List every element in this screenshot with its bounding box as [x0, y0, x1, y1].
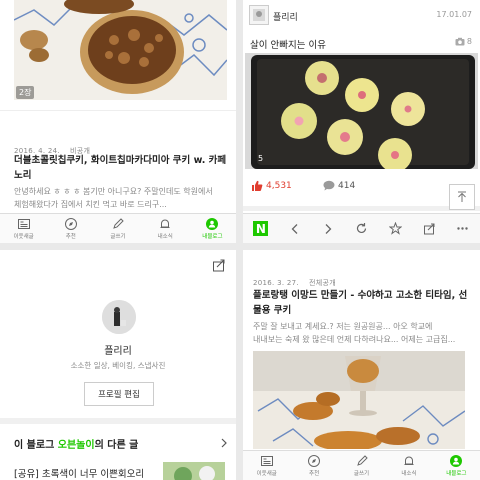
post-excerpt-line-1: 안녕하세요 ㅎ ㅎ ㅎ 봄기만 아니구요? 주말인데도 학원에서 — [14, 187, 213, 196]
like-count: 4,531 — [266, 181, 292, 191]
newspaper-icon — [260, 456, 273, 466]
photo-count: 8 — [455, 37, 472, 46]
post-title[interactable]: 살이 안빠지는 이유 — [250, 37, 326, 51]
post-excerpt-line-2: 내내보는 숙제 왔 많은데 언제 다하려나요... 어제는 고급집... — [253, 335, 456, 344]
feed-card-panel: 플리리 17.01.07 살이 안빠지는 이유 8 5 4,531 414 N — [243, 0, 480, 243]
tab-label: 내소식 — [401, 471, 417, 477]
bottom-tab-bar: 이웃새글 추천 글쓰기 내소식 내블로그 — [0, 213, 236, 243]
tart-photo-art — [14, 0, 227, 100]
thumbnail-image — [163, 462, 225, 480]
separator — [0, 110, 236, 111]
avatar-image — [253, 9, 265, 21]
post-excerpt-line-2: 체험해왔다가 집에서 치킨 먹고 바로 드리구... — [14, 200, 167, 209]
tab-label: 추천 — [65, 234, 76, 240]
tab-recommend[interactable]: 추천 — [290, 451, 337, 480]
pencil-icon — [113, 218, 124, 229]
edit-profile-button[interactable]: 프로필 편집 — [84, 382, 154, 406]
compass-icon — [64, 218, 77, 230]
back-icon[interactable] — [289, 223, 301, 235]
post-title[interactable]: 플로랑탱 이망드 만들기 - 수야하고 고소한 티타임, 선물용 쿠키 — [253, 288, 473, 318]
tab-write[interactable]: 글쓰기 — [338, 451, 385, 480]
share-icon[interactable] — [423, 222, 436, 235]
tab-label: 글쓰기 — [110, 234, 126, 240]
tab-label: 이웃새글 — [13, 234, 34, 240]
more-menu-icon[interactable] — [456, 222, 469, 235]
tart-photo[interactable]: 2장 — [14, 0, 227, 100]
avatar-image — [102, 300, 136, 334]
blog-post-list-panel: 2장 2016. 4. 24. 비공개 더블초콜릿칩쿠키, 화이트칩마카다미아 … — [0, 0, 236, 243]
cookie-tray-photo[interactable]: 5 — [245, 53, 478, 169]
other-posts-prefix: 이 블로그 — [14, 440, 55, 451]
forward-icon[interactable] — [322, 223, 334, 235]
my-blog-icon — [450, 455, 463, 467]
other-posts-heading[interactable]: 이 블로그 오븐놀이의 다른 글 — [14, 436, 138, 451]
separator — [243, 206, 480, 211]
tab-label: 추천 — [309, 471, 320, 477]
scroll-to-top-button[interactable] — [449, 184, 475, 210]
florentine-photo-art — [253, 351, 465, 449]
browser-toolbar: N — [243, 213, 480, 243]
post-meta: 2016. 3. 27. 전체공개 — [253, 270, 336, 289]
blog-profile-panel: 플리리 소소한 일상, 베이킹, 스냅사진 프로필 편집 이 블로그 오븐놀이의… — [0, 250, 236, 480]
tab-neighbor-posts[interactable]: 이웃새글 — [243, 451, 290, 480]
profile-avatar[interactable] — [102, 300, 136, 334]
newspaper-icon — [17, 219, 30, 229]
thumbs-up-icon — [252, 180, 263, 192]
tab-neighbor-posts[interactable]: 이웃새글 — [0, 214, 47, 243]
pencil-icon — [356, 455, 368, 466]
tab-write[interactable]: 글쓰기 — [94, 214, 141, 243]
photo-index-badge: 5 — [258, 154, 264, 163]
arrow-up-icon — [458, 191, 466, 202]
compass-icon — [308, 455, 321, 467]
share-icon[interactable] — [212, 258, 226, 272]
other-post-title[interactable]: [공유] 초록색이 너무 이쁜회오리 — [14, 466, 144, 480]
tab-my-blog[interactable]: 내블로그 — [189, 214, 236, 243]
photo-count-badge: 2장 — [16, 86, 35, 99]
tab-label: 내소식 — [157, 234, 173, 240]
refresh-icon[interactable] — [355, 222, 368, 235]
camera-icon — [455, 37, 465, 46]
blog-name[interactable]: 플리리 — [273, 10, 298, 23]
comment-button[interactable]: 414 — [323, 180, 355, 191]
post-excerpt-line-1: 주말 잘 보내고 계세요.? 저는 원공원공... 아오 학교에 — [253, 322, 433, 331]
cookie-tray-art — [245, 53, 478, 169]
tab-recommend[interactable]: 추천 — [47, 214, 94, 243]
post-visibility: 전체공개 — [309, 279, 336, 287]
bookmark-star-icon[interactable] — [388, 222, 402, 235]
tab-label: 글쓰기 — [353, 471, 370, 477]
comment-count: 414 — [338, 180, 356, 191]
blog-post-detail-panel: 2016. 3. 27. 전체공개 플로랑탱 이망드 만들기 - 수야하고 고소… — [243, 250, 480, 480]
profile-description: 소소한 일상, 베이킹, 스냅사진 — [70, 361, 166, 370]
post-date: 2016. 3. 27. — [253, 279, 299, 287]
tab-label: 이웃새글 — [256, 471, 277, 477]
other-posts-suffix: 의 다른 글 — [94, 440, 139, 451]
blog-avatar[interactable] — [249, 5, 269, 25]
tab-label: 내블로그 — [202, 234, 223, 240]
bell-icon — [160, 219, 170, 228]
separator — [0, 418, 236, 424]
chevron-right-icon[interactable] — [220, 438, 228, 448]
photo-count-value: 8 — [466, 37, 472, 46]
comment-icon — [323, 180, 335, 191]
tab-label: 내블로그 — [446, 471, 467, 477]
like-button[interactable]: 4,531 — [251, 180, 292, 192]
other-posts-category: 오븐놀이 — [57, 440, 95, 451]
florentine-cookie-photo[interactable] — [253, 351, 465, 449]
naver-logo-button[interactable]: N — [253, 221, 269, 236]
screenshot-collage: 2장 2016. 4. 24. 비공개 더블초콜릿칩쿠키, 화이트칩마카다미아 … — [0, 0, 480, 480]
post-date: 17.01.07 — [436, 10, 472, 19]
tab-notifications[interactable]: 내소식 — [142, 214, 189, 243]
my-blog-icon — [206, 218, 219, 230]
profile-name: 플리리 — [104, 346, 132, 357]
other-post-thumbnail[interactable] — [163, 462, 225, 480]
post-title[interactable]: 더블초콜릿칩쿠키, 화이트칩마카다미아 쿠키 w. 카페노리 — [14, 153, 229, 183]
tab-my-blog[interactable]: 내블로그 — [433, 451, 480, 480]
tab-notifications[interactable]: 내소식 — [385, 451, 432, 480]
bottom-tab-bar: 이웃새글 추천 글쓰기 내소식 내블로그 — [243, 450, 480, 480]
bell-icon — [404, 456, 414, 465]
